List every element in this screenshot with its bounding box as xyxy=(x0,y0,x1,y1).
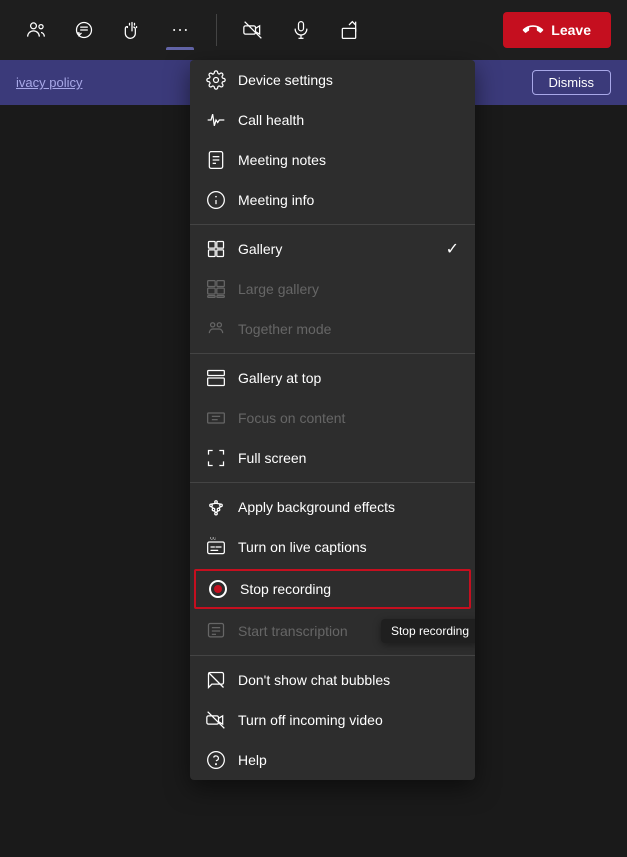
incoming-video-label: Turn off incoming video xyxy=(238,712,383,728)
device-settings-label: Device settings xyxy=(238,72,333,88)
menu-item-focus-content: Focus on content xyxy=(190,398,475,438)
together-icon xyxy=(206,319,226,339)
large-gallery-icon xyxy=(206,279,226,299)
separator-4 xyxy=(190,655,475,656)
menu-item-stop-recording[interactable]: Stop recording Stop recording xyxy=(194,569,471,609)
info-icon xyxy=(206,190,226,210)
gallery-label: Gallery xyxy=(238,241,282,257)
dismiss-button[interactable]: Dismiss xyxy=(532,70,612,95)
camera-off-icon xyxy=(243,20,263,40)
gallery-top-label: Gallery at top xyxy=(238,370,321,386)
captions-label: Turn on live captions xyxy=(238,539,367,555)
separator-2 xyxy=(190,353,475,354)
menu-item-call-health[interactable]: Call health xyxy=(190,100,475,140)
transcription-icon xyxy=(206,621,226,641)
more-icon xyxy=(170,20,190,40)
record-icon xyxy=(208,579,228,599)
start-transcription-label: Start transcription xyxy=(238,623,348,639)
no-chat-icon xyxy=(206,670,226,690)
pulse-icon xyxy=(206,110,226,130)
gallery-icon xyxy=(206,239,226,259)
share-icon xyxy=(339,20,359,40)
large-gallery-label: Large gallery xyxy=(238,281,319,297)
menu-item-gallery-at-top[interactable]: Gallery at top xyxy=(190,358,475,398)
focus-icon xyxy=(206,408,226,428)
stop-recording-tooltip: Stop recording xyxy=(381,619,475,643)
menu-item-incoming-video[interactable]: Turn off incoming video xyxy=(190,700,475,740)
menu-item-chat-bubbles[interactable]: Don't show chat bubbles xyxy=(190,660,475,700)
mic-icon xyxy=(291,20,311,40)
notes-icon xyxy=(206,150,226,170)
captions-icon: CC xyxy=(206,537,226,557)
call-health-label: Call health xyxy=(238,112,304,128)
meeting-info-label: Meeting info xyxy=(238,192,314,208)
leave-button[interactable]: Leave xyxy=(503,12,611,48)
gallery-check: ✓ xyxy=(446,239,459,259)
raise-hand-icon xyxy=(122,20,142,40)
menu-item-full-screen[interactable]: Full screen xyxy=(190,438,475,478)
menu-item-help[interactable]: Help xyxy=(190,740,475,780)
background-icon xyxy=(206,497,226,517)
mic-button[interactable] xyxy=(281,10,321,50)
menu-item-captions[interactable]: CC Turn on live captions xyxy=(190,527,475,567)
toolbar-divider xyxy=(216,14,217,46)
help-icon xyxy=(206,750,226,770)
menu-item-meeting-notes[interactable]: Meeting notes xyxy=(190,140,475,180)
more-button[interactable] xyxy=(160,10,200,50)
privacy-link[interactable]: ivacy policy xyxy=(16,75,82,90)
toolbar-icons xyxy=(16,10,369,50)
separator-1 xyxy=(190,224,475,225)
full-screen-label: Full screen xyxy=(238,450,306,466)
help-label: Help xyxy=(238,752,267,768)
gear-icon xyxy=(206,70,226,90)
camera-button[interactable] xyxy=(233,10,273,50)
dropdown-menu: Device settings Call health Meeting note… xyxy=(190,60,475,780)
menu-item-meeting-info[interactable]: Meeting info xyxy=(190,180,475,220)
menu-item-device-settings[interactable]: Device settings xyxy=(190,60,475,100)
chat-bubbles-label: Don't show chat bubbles xyxy=(238,672,390,688)
menu-item-large-gallery: Large gallery xyxy=(190,269,475,309)
people-icon xyxy=(26,20,46,40)
focus-content-label: Focus on content xyxy=(238,410,345,426)
share-button[interactable] xyxy=(329,10,369,50)
no-video-icon xyxy=(206,710,226,730)
gallery-top-icon xyxy=(206,368,226,388)
separator-3 xyxy=(190,482,475,483)
menu-item-together-mode: Together mode xyxy=(190,309,475,349)
background-label: Apply background effects xyxy=(238,499,395,515)
phone-icon xyxy=(519,16,547,44)
fullscreen-icon xyxy=(206,448,226,468)
people-button[interactable] xyxy=(16,10,56,50)
chat-icon xyxy=(74,20,94,40)
top-bar: Leave xyxy=(0,0,627,60)
meeting-notes-label: Meeting notes xyxy=(238,152,326,168)
menu-item-gallery[interactable]: Gallery ✓ xyxy=(190,229,475,269)
stop-recording-label: Stop recording xyxy=(240,581,331,597)
svg-text:CC: CC xyxy=(210,537,216,541)
together-mode-label: Together mode xyxy=(238,321,331,337)
chat-button[interactable] xyxy=(64,10,104,50)
menu-item-background[interactable]: Apply background effects xyxy=(190,487,475,527)
raise-hand-button[interactable] xyxy=(112,10,152,50)
